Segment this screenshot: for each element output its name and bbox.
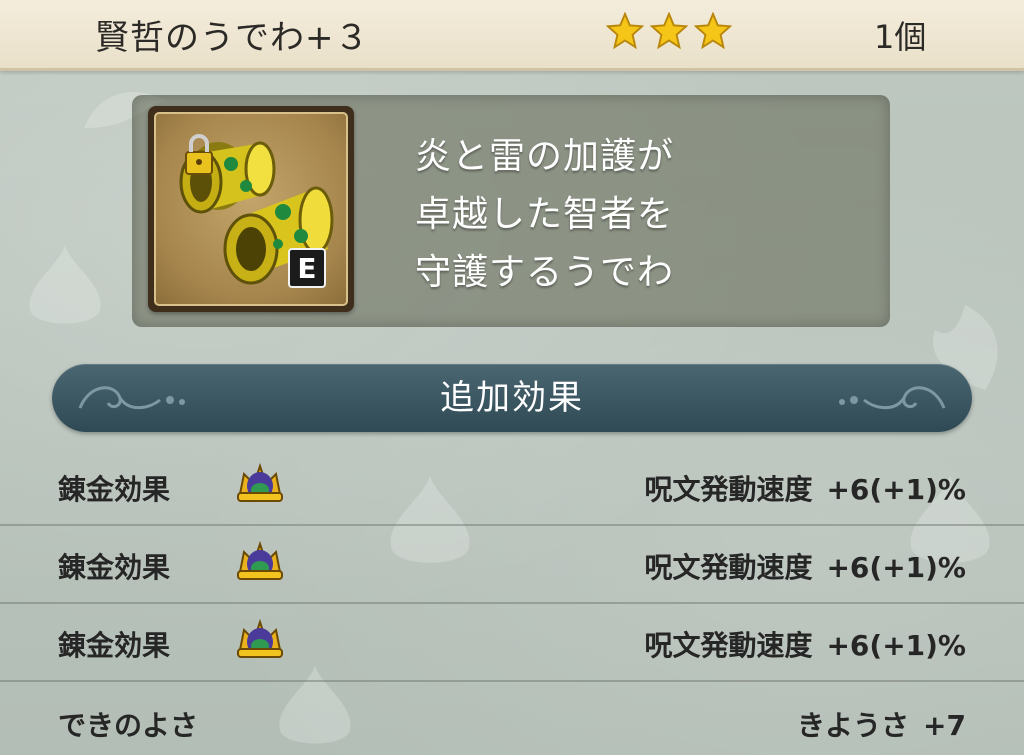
equipped-badge: E — [288, 248, 326, 288]
star-icon — [694, 12, 732, 50]
effect-amount: +6(+1)% — [826, 473, 966, 506]
quality-stat: きようさ — [797, 709, 910, 742]
effect-value: 呪文発動速度 +6(+1)% — [630, 468, 966, 508]
slime-decoration-icon — [29, 245, 101, 324]
effect-value: 呪文発動速度 +6(+1)% — [630, 624, 966, 664]
crown-icon — [237, 540, 283, 580]
quality-row: できのよさ きようさ +7 — [0, 680, 1024, 755]
rarity-stars — [606, 12, 732, 50]
effect-label: 錬金効果 — [58, 629, 171, 662]
effect-value: 呪文発動速度 +6(+1)% — [630, 546, 966, 586]
star-icon — [606, 12, 644, 50]
effect-stat: 呪文発動速度 — [644, 629, 813, 662]
effects-banner: 追加効果 — [52, 364, 972, 432]
effect-amount: +6(+1)% — [826, 629, 966, 662]
quality-amount: +7 — [923, 709, 966, 742]
effect-row: 錬金効果 呪文発動速度 +6(+1)% — [0, 524, 1024, 604]
effect-stat: 呪文発動速度 — [644, 473, 813, 506]
quality-label: できのよさ — [58, 709, 199, 742]
item-count: 1個 — [874, 18, 927, 56]
description-line: 炎と雷の加護が — [415, 136, 675, 177]
effect-row: 錬金効果 呪文発動速度 +6(+1)% — [0, 446, 1024, 526]
description-line: 守護するうでわ — [415, 252, 675, 293]
effect-row: 錬金効果 呪文発動速度 +6(+1)% — [0, 602, 1024, 682]
star-icon — [650, 12, 688, 50]
effect-stat: 呪文発動速度 — [644, 551, 813, 584]
effect-label: 錬金効果 — [58, 551, 171, 584]
item-description: 炎と雷の加護が 卓越した智者を 守護するうでわ — [415, 128, 674, 302]
crown-icon — [237, 462, 283, 502]
item-name: 賢哲のうでわ+３ — [95, 18, 370, 58]
ornament-icon — [839, 386, 946, 410]
quality-value: きようさ +7 — [783, 704, 966, 744]
effect-amount: +6(+1)% — [826, 551, 966, 584]
description-line: 卓越した智者を — [415, 194, 675, 235]
item-header: 賢哲のうでわ+３ 1個 — [0, 0, 1024, 71]
effect-label: 錬金効果 — [58, 473, 171, 506]
crown-icon — [237, 618, 283, 658]
